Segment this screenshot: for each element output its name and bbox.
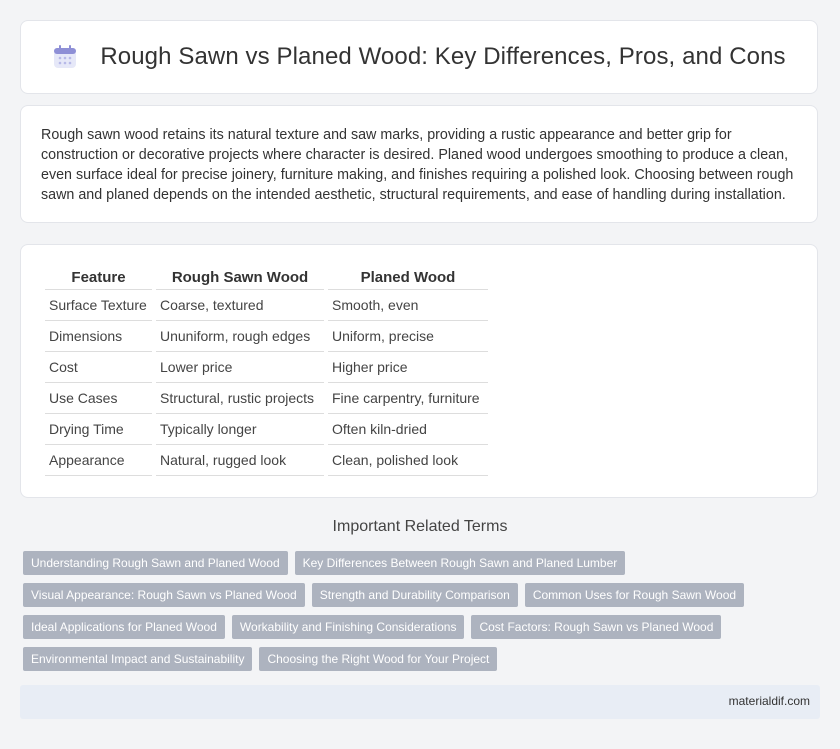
table-cell: Uniform, precise bbox=[328, 321, 488, 352]
intro-card: Rough sawn wood retains its natural text… bbox=[20, 105, 818, 223]
related-term-tag[interactable]: Ideal Applications for Planed Wood bbox=[23, 615, 225, 639]
table-cell: Coarse, textured bbox=[156, 290, 324, 321]
tag-row: Environmental Impact and Sustainability … bbox=[23, 647, 823, 671]
related-terms-list: Understanding Rough Sawn and Planed Wood… bbox=[23, 551, 823, 679]
related-term-tag[interactable]: Strength and Durability Comparison bbox=[311, 583, 518, 607]
table-cell: Drying Time bbox=[45, 414, 152, 445]
related-term-tag[interactable]: Environmental Impact and Sustainability bbox=[23, 647, 253, 671]
title-card: Rough Sawn vs Planed Wood: Key Differenc… bbox=[20, 20, 818, 94]
column-header: Feature bbox=[45, 265, 152, 290]
table-row: Drying Time Typically longer Often kiln-… bbox=[45, 414, 488, 445]
table-cell: Dimensions bbox=[45, 321, 152, 352]
tag-row: Visual Appearance: Rough Sawn vs Planed … bbox=[23, 583, 823, 607]
comparison-card: Feature Rough Sawn Wood Planed Wood Surf… bbox=[20, 244, 818, 498]
intro-paragraph: Rough sawn wood retains its natural text… bbox=[41, 127, 794, 203]
table-cell: Structural, rustic projects bbox=[156, 383, 324, 414]
related-term-tag[interactable]: Choosing the Right Wood for Your Project bbox=[259, 647, 498, 671]
table-cell: Appearance bbox=[45, 445, 152, 476]
related-term-tag[interactable]: Workability and Finishing Considerations bbox=[231, 615, 465, 639]
table-cell: Ununiform, rough edges bbox=[156, 321, 324, 352]
tag-row: Understanding Rough Sawn and Planed Wood… bbox=[23, 551, 823, 575]
related-term-tag[interactable]: Cost Factors: Rough Sawn vs Planed Wood bbox=[471, 615, 722, 639]
table-cell: Natural, rugged look bbox=[156, 445, 324, 476]
table-cell: Surface Texture bbox=[45, 290, 152, 321]
tag-row: Ideal Applications for Planed Wood Worka… bbox=[23, 615, 823, 639]
table-cell: Clean, polished look bbox=[328, 445, 488, 476]
table-row: Dimensions Ununiform, rough edges Unifor… bbox=[45, 321, 488, 352]
table-cell: Smooth, even bbox=[328, 290, 488, 321]
comparison-table: Feature Rough Sawn Wood Planed Wood Surf… bbox=[41, 265, 492, 476]
footer-bar: materialdif.com bbox=[20, 685, 820, 719]
table-header-row: Feature Rough Sawn Wood Planed Wood bbox=[45, 265, 488, 290]
table-row: Appearance Natural, rugged look Clean, p… bbox=[45, 445, 488, 476]
related-term-tag[interactable]: Key Differences Between Rough Sawn and P… bbox=[294, 551, 626, 575]
column-header: Rough Sawn Wood bbox=[156, 265, 324, 290]
table-row: Cost Lower price Higher price bbox=[45, 352, 488, 383]
column-header: Planed Wood bbox=[328, 265, 488, 290]
calendar-icon bbox=[52, 44, 78, 70]
table-cell: Typically longer bbox=[156, 414, 324, 445]
table-cell: Lower price bbox=[156, 352, 324, 383]
table-cell: Higher price bbox=[328, 352, 488, 383]
related-term-tag[interactable]: Common Uses for Rough Sawn Wood bbox=[524, 583, 745, 607]
table-cell: Often kiln-dried bbox=[328, 414, 488, 445]
related-terms-heading: Important Related Terms bbox=[332, 518, 508, 535]
related-term-tag[interactable]: Understanding Rough Sawn and Planed Wood bbox=[23, 551, 288, 575]
table-cell: Cost bbox=[45, 352, 152, 383]
table-cell: Use Cases bbox=[45, 383, 152, 414]
table-row: Use Cases Structural, rustic projects Fi… bbox=[45, 383, 488, 414]
page-title: Rough Sawn vs Planed Wood: Key Differenc… bbox=[100, 43, 786, 70]
table-row: Surface Texture Coarse, textured Smooth,… bbox=[45, 290, 488, 321]
related-term-tag[interactable]: Visual Appearance: Rough Sawn vs Planed … bbox=[23, 583, 305, 607]
site-name[interactable]: materialdif.com bbox=[729, 694, 810, 708]
table-cell: Fine carpentry, furniture bbox=[328, 383, 488, 414]
